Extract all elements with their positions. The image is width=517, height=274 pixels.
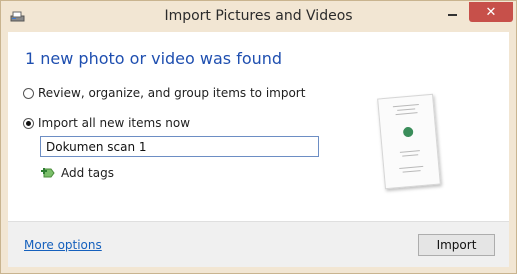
dialog-content: 1 new photo or video was found Review, o… (8, 32, 509, 221)
thumbnail-text-line (395, 112, 418, 116)
option-import-all[interactable]: Import all new items now (23, 116, 190, 130)
more-options-link[interactable]: More options (24, 238, 102, 252)
thumbnail-emblem (402, 126, 414, 138)
group-name-input[interactable] (40, 136, 319, 157)
radio-button[interactable] (23, 87, 34, 99)
option-label: Review, organize, and group items to imp… (38, 86, 306, 100)
dialog-footer: More options Import (8, 221, 509, 267)
thumbnail-text-line (402, 170, 421, 173)
thumbnail-text-line (399, 150, 420, 153)
minimize-icon (447, 14, 457, 16)
thumbnail-text-line (397, 108, 416, 111)
close-button[interactable]: ✕ (469, 2, 513, 22)
thumbnail-text-line (392, 104, 419, 108)
add-tags-label: Add tags (61, 166, 114, 180)
add-tag-icon (41, 168, 55, 178)
option-review-organize[interactable]: Review, organize, and group items to imp… (23, 86, 305, 100)
page-title: 1 new photo or video was found (25, 49, 283, 68)
thumbnail-text-line (399, 165, 424, 169)
option-label: Import all new items now (38, 116, 191, 130)
thumbnail-text-line (402, 154, 419, 157)
import-button[interactable]: Import (418, 234, 495, 256)
minimize-button[interactable] (439, 2, 465, 22)
add-tags-link[interactable]: Add tags (41, 166, 114, 180)
close-icon: ✕ (485, 4, 497, 20)
title-bar[interactable]: Import Pictures and Videos ✕ (1, 1, 516, 32)
radio-button-selected[interactable] (23, 117, 34, 129)
import-dialog-window: Import Pictures and Videos ✕ 1 new photo… (0, 0, 517, 274)
document-thumbnail (377, 93, 441, 190)
